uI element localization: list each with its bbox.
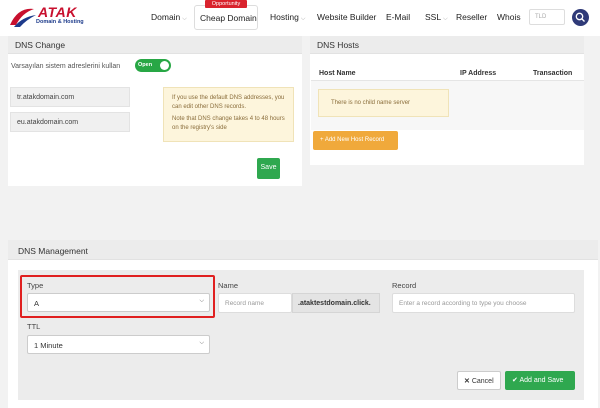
chevron-down-icon: ⌵ (443, 16, 448, 22)
nameserver-2[interactable]: eu.atakdomain.com (10, 112, 130, 132)
record-name-input[interactable]: Record name (218, 293, 292, 313)
col-host-name: Host Name (319, 70, 356, 77)
chevron-down-icon: ⌵ (182, 16, 187, 22)
dns-management-title: DNS Management (8, 240, 598, 260)
toggle-label: Open (138, 62, 153, 68)
nav-reseller[interactable]: Reseller (456, 12, 487, 22)
tld-search-input[interactable]: TLD (529, 9, 565, 25)
nav-whois[interactable]: Whois (497, 12, 521, 22)
close-icon: ✕ (464, 378, 470, 385)
record-label: Record (392, 281, 417, 290)
record-value-input[interactable]: Enter a record according to type you cho… (392, 293, 575, 313)
default-servers-label: Varsayılan sistem adreslerini kullan (11, 63, 121, 70)
ttl-select-value: 1 Minute (34, 341, 63, 350)
no-child-server-message: There is no child name server (318, 89, 449, 117)
default-servers-toggle[interactable]: Open (135, 59, 171, 72)
check-icon: ✔ (512, 377, 518, 384)
nav-ssl[interactable]: SSL ⌵ (425, 12, 448, 23)
nav-cheap-domain[interactable]: Cheap Domain (194, 5, 258, 30)
nav-ssl-label: SSL (425, 12, 442, 22)
search-button[interactable] (572, 9, 589, 26)
main-nav: Domain ⌵ Cheap Domain Opportunity Hosting… (0, 0, 600, 36)
domain-suffix: .ataktestdomain.click. (292, 293, 380, 313)
nav-domain[interactable]: Domain ⌵ (151, 12, 187, 23)
save-button[interactable]: Save (257, 158, 280, 179)
toggle-knob (160, 61, 169, 70)
ttl-select[interactable]: 1 Minute ⌵ (27, 335, 210, 354)
chevron-down-icon: ⌵ (300, 16, 306, 22)
nameserver-1[interactable]: tr.atakdomain.com (10, 87, 130, 107)
search-icon (575, 12, 585, 22)
opportunity-badge: Opportunity (205, 0, 247, 8)
dns-note-text-2: Note that DNS change takes 4 to 48 hours… (172, 116, 285, 131)
col-transaction: Transaction (533, 70, 573, 77)
add-host-record-button[interactable]: + Add New Host Record (313, 131, 398, 150)
add-and-save-button[interactable]: ✔ Add and Save (505, 371, 575, 390)
dns-hosts-title: DNS Hosts (310, 36, 584, 54)
ttl-label: TTL (27, 322, 41, 331)
type-highlight-box (20, 275, 215, 318)
nav-hosting[interactable]: Hosting ⌵ (270, 12, 305, 23)
cancel-label: Cancel (471, 378, 494, 385)
nav-hosting-label: Hosting (270, 12, 299, 22)
add-and-save-label: Add and Save (519, 377, 564, 384)
nav-cheap-domain-label: Cheap Domain (200, 13, 257, 23)
nav-domain-label: Domain (151, 12, 181, 22)
nav-website-builder[interactable]: Website Builder (317, 12, 376, 22)
cancel-button[interactable]: ✕ Cancel (457, 371, 501, 390)
col-ip-address: IP Address (460, 70, 497, 77)
dns-note-text-1: If you use the default DNS addresses, yo… (172, 95, 285, 110)
chevron-down-icon: ⌵ (199, 340, 204, 346)
site-header: ATAK Domain & Hosting Domain ⌵ Cheap Doma… (0, 0, 600, 36)
nav-email[interactable]: E-Mail (386, 12, 410, 22)
dns-info-note: If you use the default DNS addresses, yo… (163, 87, 294, 142)
name-label: Name (218, 281, 239, 290)
dns-change-title: DNS Change (8, 36, 302, 54)
